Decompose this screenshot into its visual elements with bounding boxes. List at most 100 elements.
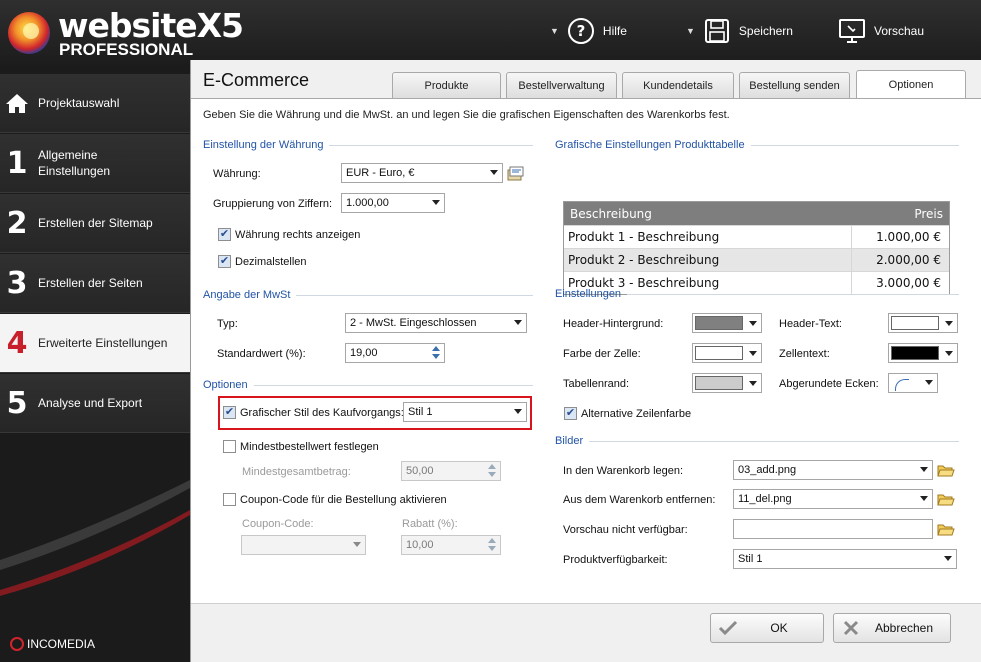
preview-button[interactable]: Vorschau (838, 17, 924, 45)
currency-right-label: Währung rechts anzeigen (235, 229, 361, 241)
table-row: Produkt 2 - Beschreibung 2.000,00 € (564, 248, 949, 271)
rounded-corners-select[interactable] (888, 373, 938, 393)
chevron-down-icon (920, 467, 928, 472)
vat-default-stepper[interactable]: 19,00 (345, 343, 445, 363)
dialog-description: Geben Sie die Währung und die MwSt. an u… (203, 109, 730, 121)
monitor-icon (838, 17, 866, 45)
sidebar-item-analysis-export[interactable]: 5 Analyse und Export (0, 374, 190, 433)
section-title: Einstellung der Währung (203, 139, 324, 151)
cancel-button[interactable]: Abbrechen (833, 613, 951, 643)
color-swatch (695, 316, 743, 330)
tab-order-management[interactable]: Bestellverwaltung (506, 72, 617, 98)
help-label: Hilfe (602, 24, 627, 38)
alt-row-checkbox[interactable]: ✔ (564, 407, 577, 420)
save-button[interactable]: ▼ Speichern (686, 17, 793, 45)
sidebar-item-advanced-settings[interactable]: 4 Erweiterte Einstellungen (0, 314, 190, 373)
spin-arrows-icon[interactable] (430, 345, 442, 361)
section-title: Bilder (555, 435, 584, 447)
sidebar-item-pages[interactable]: 3 Erstellen der Seiten (0, 254, 190, 313)
rounded-corner-icon (895, 378, 909, 391)
tab-products[interactable]: Produkte (392, 72, 501, 98)
section-currency: Einstellung der Währung (203, 139, 533, 151)
ok-button[interactable]: OK (710, 613, 824, 643)
sidebar-item-general-settings[interactable]: 1 Allgemeine Einstellungen (0, 134, 190, 193)
section-title: Einstellungen (555, 288, 622, 300)
color-swatch (891, 316, 939, 330)
sidebar-item-label: Allgemeine Einstellungen (38, 148, 111, 178)
folder-open-icon[interactable] (935, 519, 957, 539)
dialog-title: E-Commerce (203, 70, 310, 90)
sidebar-item-label: Projektauswahl (38, 96, 120, 110)
decimals-label: Dezimalstellen (235, 256, 307, 268)
dropdown-arrow-icon: ▼ (686, 26, 695, 36)
add-to-cart-image-select[interactable]: 03_add.png (733, 460, 933, 480)
svg-text:?: ? (577, 22, 586, 40)
border-color-picker[interactable] (692, 373, 762, 393)
vat-type-select[interactable]: 2 - MwSt. Eingeschlossen (345, 313, 527, 333)
remove-from-cart-image-select[interactable]: 11_del.png (733, 489, 933, 509)
cart-style-label: Grafischer Stil des Kaufvorgangs: (240, 407, 404, 419)
alt-row-label: Alternative Zeilenfarbe (581, 408, 692, 420)
step-number: 1 (6, 145, 28, 181)
chevron-down-icon (944, 556, 952, 561)
header-text-label: Header-Text: (779, 318, 842, 330)
currency-right-checkbox[interactable]: ✔ (218, 228, 231, 241)
preview-label: Vorschau (874, 24, 925, 38)
grouping-select[interactable]: 1.000,00 (341, 193, 445, 213)
tab-customer-details[interactable]: Kundendetails (622, 72, 734, 98)
tab-send-order[interactable]: Bestellung senden (739, 72, 850, 98)
coupon-checkbox[interactable] (223, 493, 236, 506)
section-images: Bilder (555, 435, 959, 447)
coupon-code-select[interactable] (241, 535, 366, 555)
sidebar-item-label: Erweiterte Einstellungen (38, 336, 168, 350)
save-label: Speichern (738, 24, 793, 38)
chevron-down-icon (514, 320, 522, 325)
folder-open-icon[interactable] (935, 460, 957, 480)
section-title: Optionen (203, 379, 248, 391)
checkmark-icon: ✔ (219, 228, 230, 240)
section-title: Angabe der MwSt (203, 289, 291, 301)
coupon-code-label: Coupon-Code: (242, 518, 314, 530)
decimals-checkbox[interactable]: ✔ (218, 255, 231, 268)
app-edition: PROFESSIONAL (59, 40, 194, 59)
table-cell-description: Produkt 2 - Beschreibung (568, 253, 720, 267)
home-icon (0, 92, 34, 114)
currency-select[interactable]: EUR - Euro, € (341, 163, 503, 183)
min-total-stepper[interactable]: 50,00 (401, 461, 501, 481)
grouping-label: Gruppierung von Ziffern: (213, 198, 333, 210)
availability-select[interactable]: Stil 1 (733, 549, 957, 569)
chevron-down-icon (432, 200, 440, 205)
availability-value: Stil 1 (738, 553, 763, 565)
help-button[interactable]: ▼ ? Hilfe (550, 17, 627, 45)
coupon-label: Coupon-Code für die Bestellung aktiviere… (240, 494, 447, 506)
add-to-cart-label: In den Warenkorb legen: (563, 465, 684, 477)
section-settings: Einstellungen (555, 288, 959, 300)
spin-arrows-icon[interactable] (486, 463, 498, 479)
cell-color-picker[interactable] (692, 343, 762, 363)
cell-text-label: Zellentext: (779, 348, 830, 360)
folder-open-icon[interactable] (935, 489, 957, 509)
chevron-down-icon (749, 351, 757, 356)
header-text-color-picker[interactable] (888, 313, 958, 333)
cell-text-color-picker[interactable] (888, 343, 958, 363)
checkmark-icon (711, 620, 745, 636)
sidebar-item-sitemap[interactable]: 2 Erstellen der Sitemap (0, 194, 190, 253)
discount-stepper[interactable]: 10,00 (401, 535, 501, 555)
sidebar-item-label: Erstellen der Sitemap (38, 216, 153, 230)
cart-style-select[interactable]: Stil 1 (403, 402, 527, 422)
spin-arrows-icon[interactable] (486, 537, 498, 553)
chevron-down-icon (925, 380, 933, 385)
min-order-checkbox[interactable] (223, 440, 236, 453)
currency-settings-icon[interactable] (505, 163, 527, 183)
table-cell-description: Produkt 1 - Beschreibung (568, 230, 720, 244)
header-bg-color-picker[interactable] (692, 313, 762, 333)
preview-unavailable-input[interactable] (733, 519, 933, 539)
min-total-label: Mindestgesamtbetrag: (242, 466, 351, 478)
column-header-description: Beschreibung (570, 206, 652, 221)
chevron-down-icon (945, 351, 953, 356)
sidebar-item-project-selection[interactable]: Projektauswahl (0, 74, 190, 133)
tab-options[interactable]: Optionen (856, 70, 966, 98)
vat-default-label: Standardwert (%): (217, 348, 306, 360)
cart-style-checkbox[interactable]: ✔ (223, 406, 236, 419)
step-number: 4 (6, 325, 28, 361)
